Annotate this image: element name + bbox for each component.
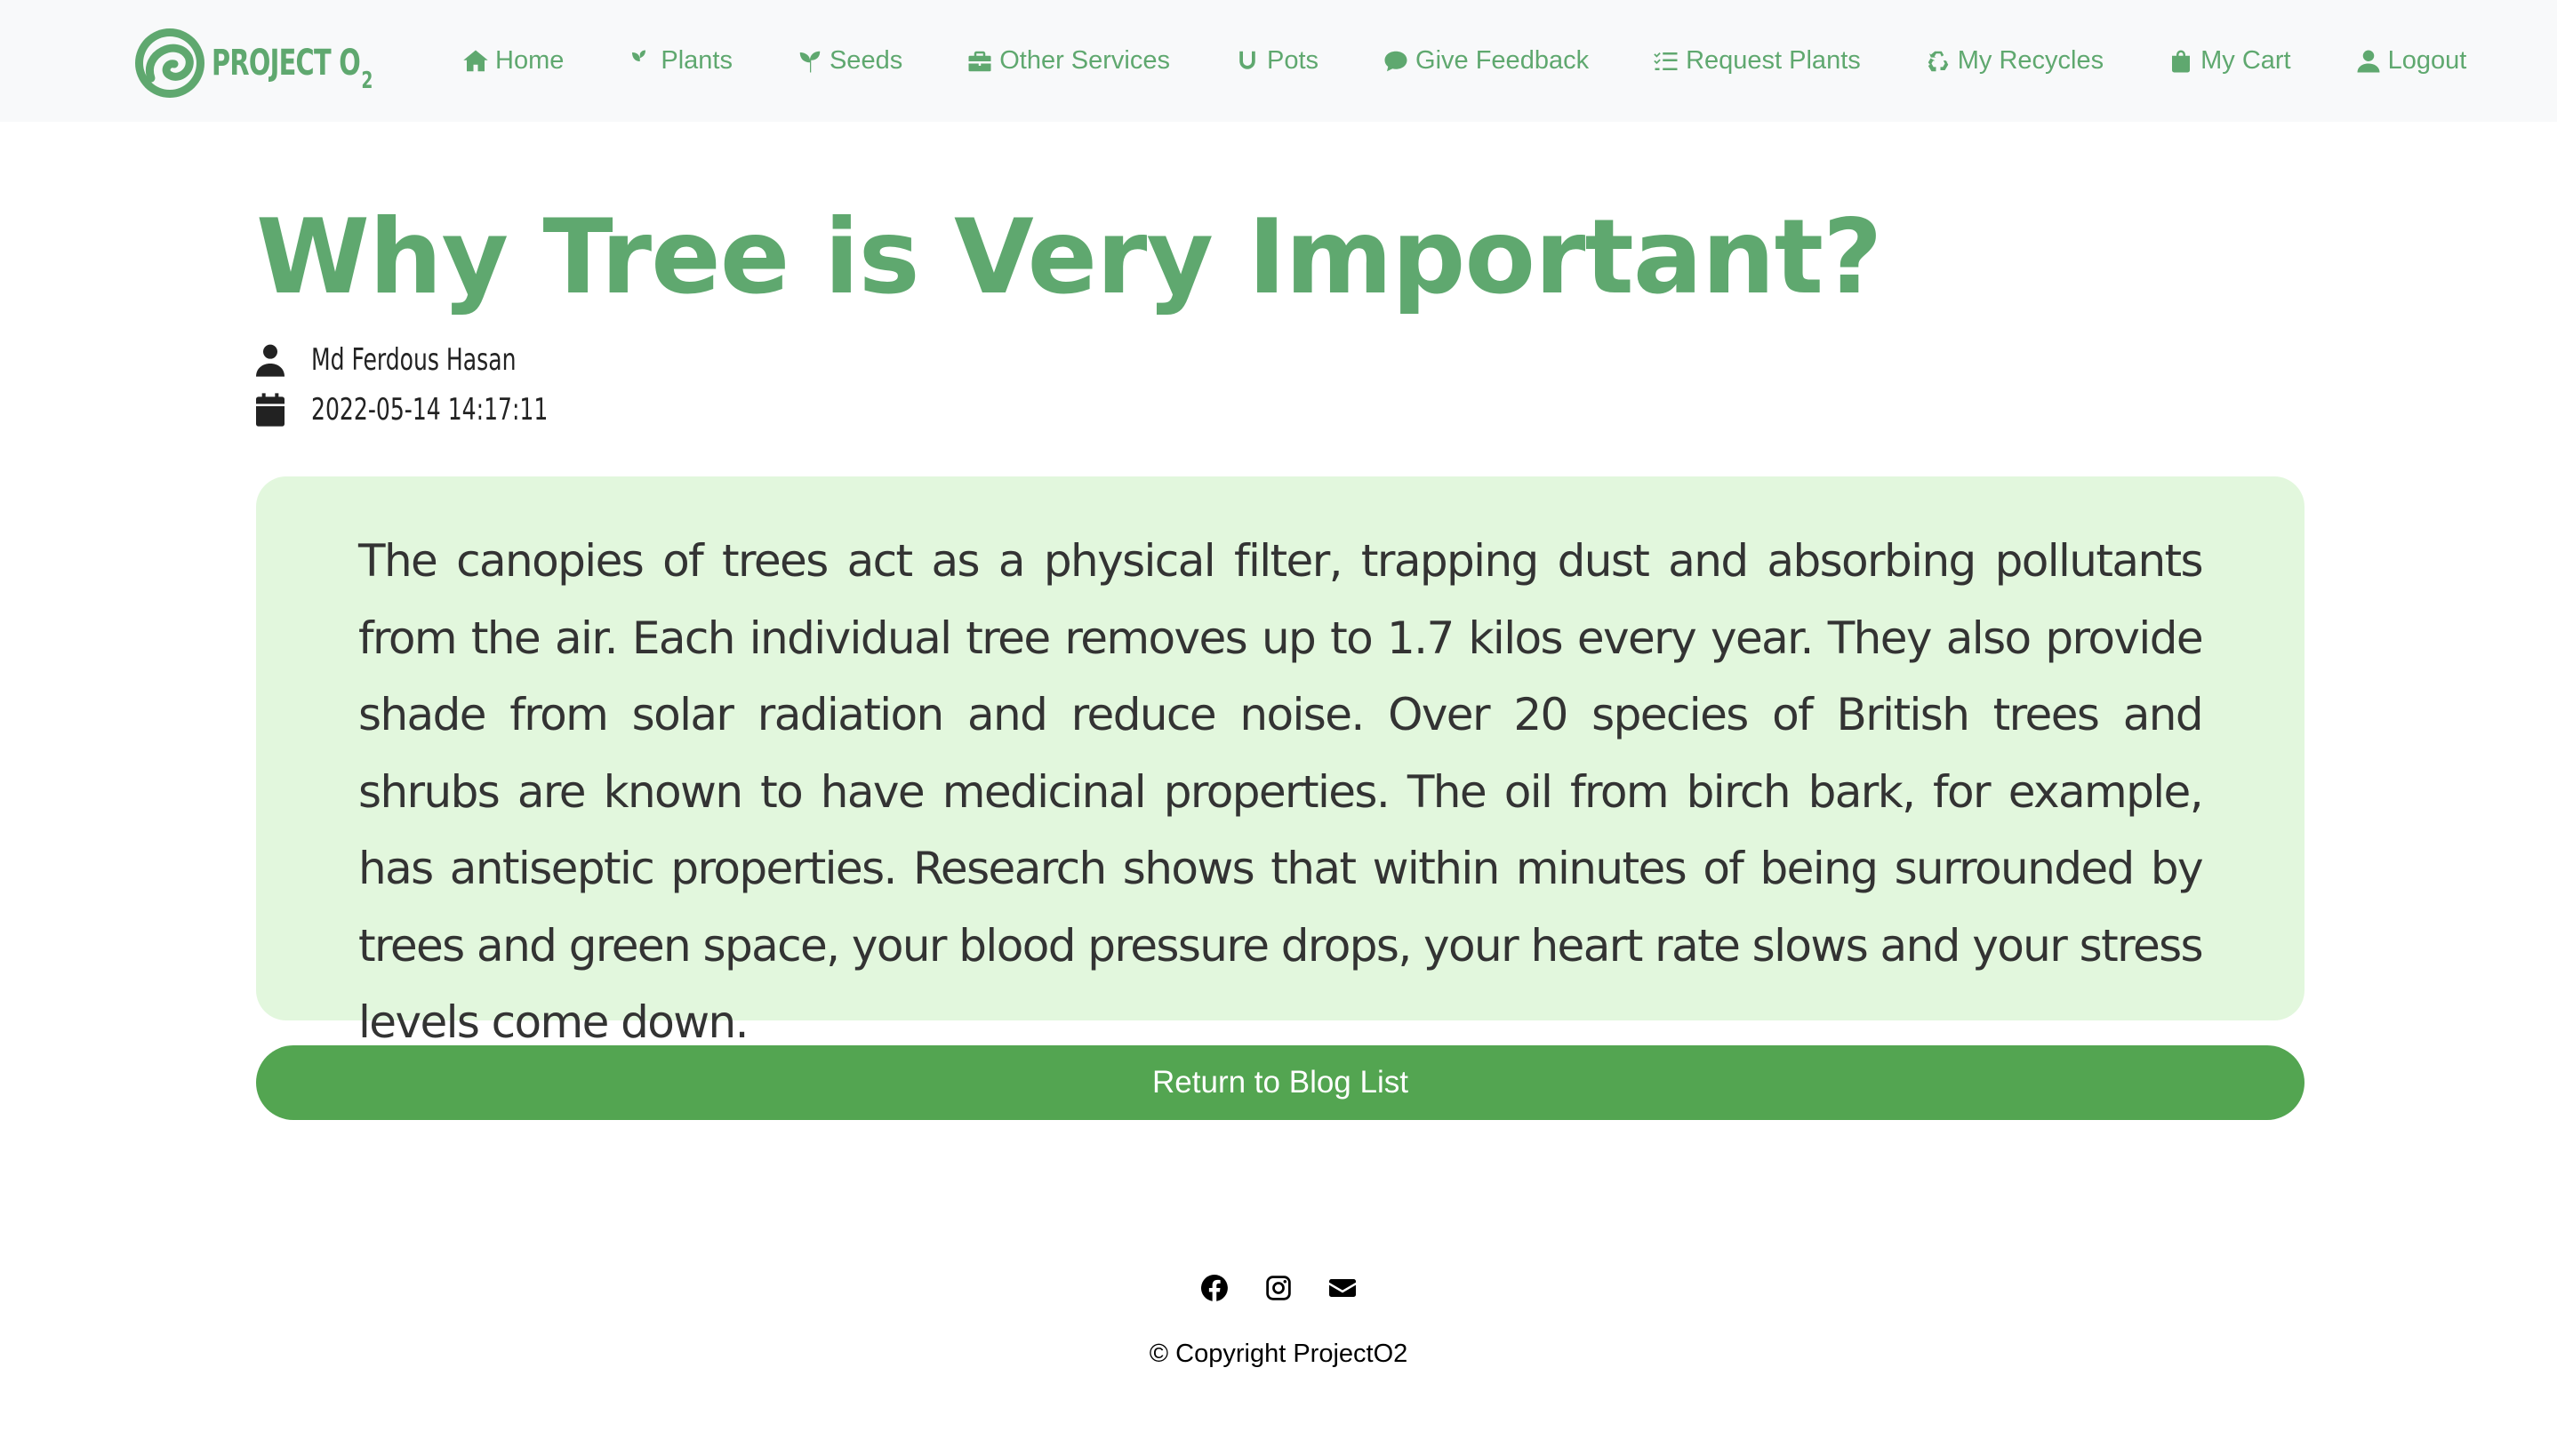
article-date: 2022-05-14 14:17:11 xyxy=(256,392,600,428)
comment-icon xyxy=(1384,51,1407,71)
user-icon xyxy=(256,344,285,377)
nav-my-recycles[interactable]: My Recycles xyxy=(1925,46,2104,76)
nav-menu: Home Plants Seeds Other Services Pots Gi… xyxy=(462,0,2557,122)
facebook-link[interactable] xyxy=(1200,1275,1228,1301)
nav-home[interactable]: Home xyxy=(462,46,564,76)
nav-my-cart[interactable]: My Cart xyxy=(2168,46,2291,76)
nav-request-plants[interactable]: Request Plants xyxy=(1653,46,1861,76)
return-to-blog-list-button[interactable]: Return to Blog List xyxy=(256,1045,2305,1120)
user-icon xyxy=(2357,50,2380,72)
navbar: PROJECT O2 Home Plants Seeds Other Servi… xyxy=(0,0,2557,122)
bag-icon xyxy=(2172,50,2191,72)
social-links xyxy=(0,1275,2557,1301)
instagram-icon xyxy=(1266,1276,1291,1300)
brand-logo-link[interactable]: PROJECT O2 xyxy=(133,27,435,100)
pot-icon xyxy=(1239,51,1255,69)
seedling-icon xyxy=(799,51,821,72)
briefcase-icon xyxy=(968,51,991,71)
article-author: Md Ferdous Hasan xyxy=(256,342,561,378)
article-title: Why Tree is Very Important? xyxy=(256,197,1882,317)
nav-seeds[interactable]: Seeds xyxy=(797,46,902,76)
nav-logout[interactable]: Logout xyxy=(2355,46,2466,76)
nav-plants[interactable]: Plants xyxy=(628,46,733,76)
article-body: The canopies of trees act as a physical … xyxy=(358,535,2204,1048)
author-name: Md Ferdous Hasan xyxy=(311,342,517,378)
article-body-card: The canopies of trees act as a physical … xyxy=(256,476,2305,1048)
recycle-icon xyxy=(1928,51,1948,71)
date-text: 2022-05-14 14:17:11 xyxy=(311,392,549,428)
envelope-icon xyxy=(1329,1279,1356,1297)
calendar-icon xyxy=(256,393,285,427)
instagram-link[interactable] xyxy=(1265,1275,1292,1301)
nav-give-feedback[interactable]: Give Feedback xyxy=(1383,46,1589,76)
plant-icon xyxy=(632,50,646,72)
nav-pots[interactable]: Pots xyxy=(1234,46,1319,76)
brand-name: PROJECT O2 xyxy=(212,43,373,94)
list-check-icon xyxy=(1654,52,1678,70)
copyright-text: © Copyright ProjectO2 xyxy=(1149,1340,1408,1368)
nav-other-services[interactable]: Other Services xyxy=(966,46,1170,76)
facebook-icon xyxy=(1200,1275,1228,1301)
email-link[interactable] xyxy=(1329,1275,1356,1301)
project-o2-logo-icon xyxy=(135,28,204,98)
home-icon xyxy=(463,50,488,71)
